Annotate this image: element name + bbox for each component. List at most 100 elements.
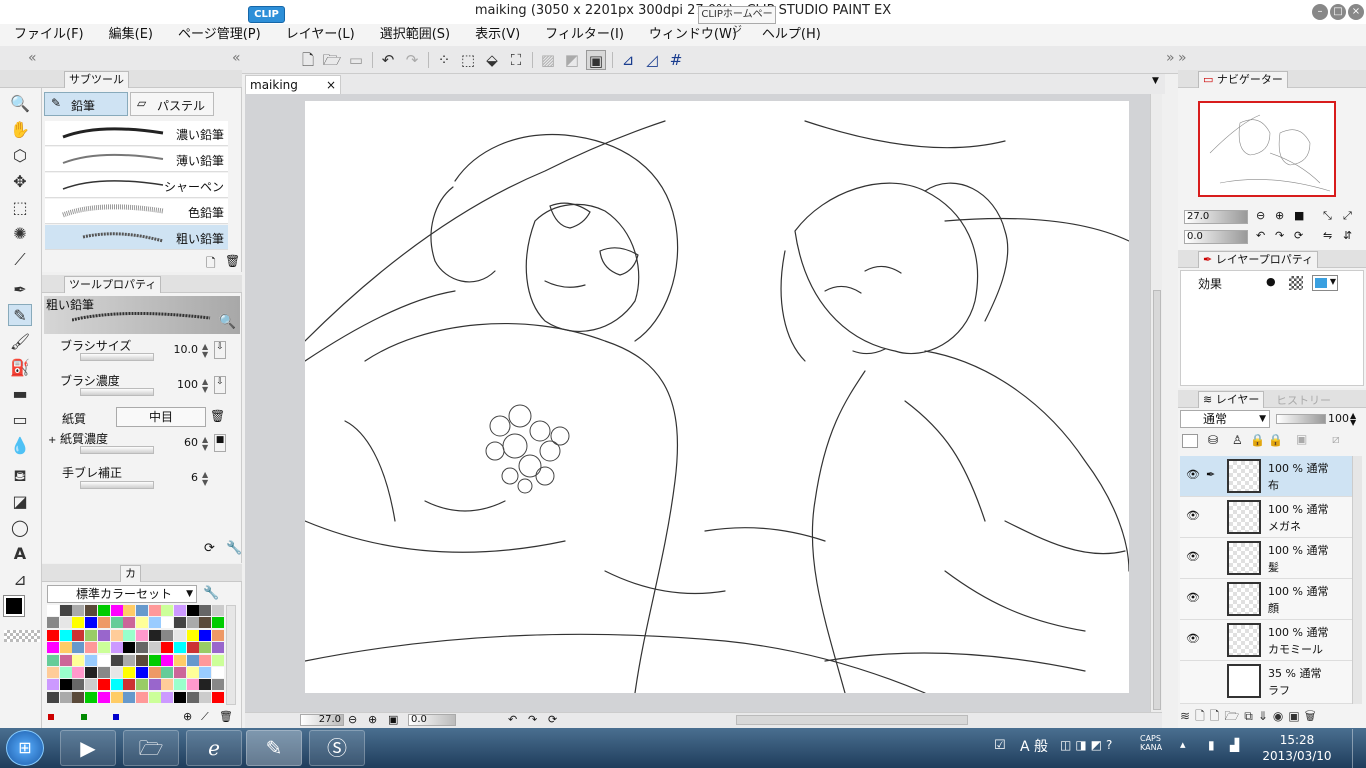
drawing-canvas[interactable] [304, 101, 1130, 694]
color-swatch[interactable] [212, 667, 225, 678]
color-swatch[interactable] [148, 679, 161, 691]
hand-tool-icon[interactable]: ✋ [8, 119, 32, 141]
color-swatch[interactable] [199, 679, 212, 691]
color-swatch[interactable] [161, 629, 174, 641]
visibility-eye-icon[interactable]: 👁 [1186, 632, 1200, 645]
color-set-dropdown[interactable]: 標準カラーセット ▼ [47, 585, 197, 603]
brush-tool-icon[interactable]: 🖌 [8, 331, 32, 353]
network-icon[interactable]: ▟ [1230, 738, 1239, 752]
close-tab-icon[interactable]: × [326, 76, 336, 94]
reset-rotation-icon[interactable]: ⟳ [548, 713, 557, 726]
color-swatch[interactable] [47, 679, 59, 691]
color-swatch[interactable] [161, 667, 174, 678]
show-selection-icon[interactable]: ▣ [586, 50, 606, 70]
close-button[interactable]: × [1348, 4, 1364, 20]
delete-subtool-icon[interactable]: 🗑 [225, 254, 240, 268]
decoration-tool-icon[interactable]: ▬ [8, 383, 32, 405]
color-swatch[interactable] [110, 654, 123, 666]
color-swatch[interactable] [135, 629, 148, 641]
color-swatch[interactable] [174, 605, 186, 616]
color-swatch[interactable] [161, 654, 174, 666]
paper-density-spinner[interactable]: ▲ ▼ [202, 436, 208, 452]
nav-zoom-in-icon[interactable]: ⊕ [1275, 209, 1284, 222]
color-swatch[interactable] [123, 629, 136, 641]
nav-reset-rotation-icon[interactable]: ⟳ [1294, 229, 1303, 242]
reference-layer-icon[interactable]: ⛁ [1208, 433, 1218, 447]
color-swatch[interactable] [135, 679, 148, 691]
color-swatch[interactable] [110, 679, 123, 691]
color-swatch[interactable] [59, 605, 72, 616]
color-swatch[interactable] [59, 629, 72, 641]
color-swatch[interactable] [135, 605, 148, 616]
collapse-panel-icon[interactable]: « [232, 50, 241, 66]
nav-zoom-out-icon[interactable]: ⊖ [1256, 209, 1265, 222]
zoom-in-icon[interactable]: ⊕ [368, 713, 377, 726]
subtool-tab[interactable]: サブツール [64, 71, 129, 88]
visibility-eye-icon[interactable]: 👁 [1186, 550, 1200, 563]
brush-size-value[interactable]: 10.0 [160, 343, 199, 356]
object-tool-icon[interactable]: ⬡ [8, 145, 32, 167]
clear-icon[interactable]: ⁘ [434, 50, 454, 70]
fill-tool-icon[interactable]: ⛾ [8, 465, 32, 487]
new-raster-layer-icon[interactable]: 🗋 [1195, 709, 1210, 723]
tray-expand-icon[interactable]: ▴ [1180, 738, 1186, 751]
color-swatch[interactable] [199, 667, 212, 678]
color-swatch[interactable] [47, 617, 59, 629]
collapse-right2-icon[interactable]: » [1178, 50, 1187, 66]
visibility-eye-icon[interactable]: 👁 [1186, 591, 1200, 604]
nav-rotate-right-icon[interactable]: ↷ [1275, 229, 1284, 242]
main-color-swatch[interactable] [3, 595, 25, 617]
minimize-button[interactable]: – [1312, 4, 1328, 20]
subtool-group-pencil[interactable]: ✎ 鉛筆 [44, 92, 128, 116]
brush-density-slider[interactable] [80, 388, 154, 396]
grid-snap-icon[interactable]: # [666, 50, 686, 70]
canvas-angle-field[interactable]: 0.0 [408, 714, 456, 726]
navigator-preview[interactable] [1198, 101, 1336, 197]
color-set-tab[interactable]: カ [120, 565, 141, 582]
brush-density-spinner[interactable]: ▲ ▼ [202, 378, 208, 394]
fit-view-icon[interactable]: ▣ [388, 713, 398, 726]
color-swatch[interactable] [110, 617, 123, 629]
color-swatch[interactable] [72, 605, 85, 616]
new-file-icon[interactable]: 🗋 [298, 50, 318, 70]
color-swatch[interactable] [72, 654, 85, 666]
nav-flip-v-icon[interactable]: ⇵ [1343, 229, 1352, 242]
explorer-taskbar-icon[interactable]: 🗁 [123, 730, 179, 766]
selection-tool-icon[interactable]: ⬚ [8, 197, 32, 219]
add-color-icon[interactable]: ⊕ [183, 710, 192, 723]
paper-density-value[interactable]: 60 [160, 436, 198, 449]
color-swatch[interactable] [199, 605, 212, 616]
tray-check-icon[interactable]: ☑ [994, 738, 1006, 753]
nav-fit-icon[interactable]: ■ [1294, 209, 1304, 222]
delete-layer-icon[interactable]: 🗑 [1305, 709, 1321, 723]
ruler-snap-icon[interactable]: ⊿ [618, 50, 638, 70]
selection-invert-icon[interactable]: ◩ [562, 50, 582, 70]
canvas-zoom-field[interactable]: 27.0 [300, 714, 344, 726]
color-swatch[interactable] [123, 667, 136, 678]
merge-down-icon[interactable]: ⇓ [1258, 709, 1273, 723]
color-swatch[interactable] [97, 679, 110, 691]
layer-row[interactable]: 👁 ✒ 100 % 通常 布 [1180, 456, 1362, 497]
color-swatch[interactable] [97, 691, 110, 703]
opacity-value[interactable]: 100 [1328, 412, 1349, 425]
color-swatch[interactable] [148, 691, 161, 703]
eraser-tool-icon[interactable]: ▭ [8, 409, 32, 431]
menu-layer[interactable]: レイヤー(L) [272, 24, 366, 46]
border-effect-icon[interactable]: ● [1266, 275, 1276, 288]
layer-settings-icon[interactable]: ≋ [1180, 709, 1195, 723]
color-swatch[interactable] [85, 679, 98, 691]
layer-row[interactable]: 👁 100 % 通常 髪 [1180, 538, 1362, 579]
color-swatch[interactable] [199, 691, 212, 703]
document-tab[interactable]: maiking × [245, 75, 341, 94]
color-swatch[interactable] [199, 629, 212, 641]
collapse-left-icon[interactable]: « [28, 50, 37, 66]
save-icon[interactable]: ▭ [346, 50, 366, 70]
zoom-out-icon[interactable]: ⊖ [348, 713, 357, 726]
stabilizer-slider[interactable] [80, 481, 154, 489]
show-desktop-button[interactable] [1352, 729, 1366, 768]
brush-size-pressure-icon[interactable]: ⇩ [214, 341, 226, 359]
color-swatch[interactable] [135, 617, 148, 629]
color-swatch[interactable] [161, 605, 174, 616]
color-swatch[interactable] [161, 679, 174, 691]
subtool-light-pencil[interactable]: 薄い鉛筆 [45, 147, 228, 172]
